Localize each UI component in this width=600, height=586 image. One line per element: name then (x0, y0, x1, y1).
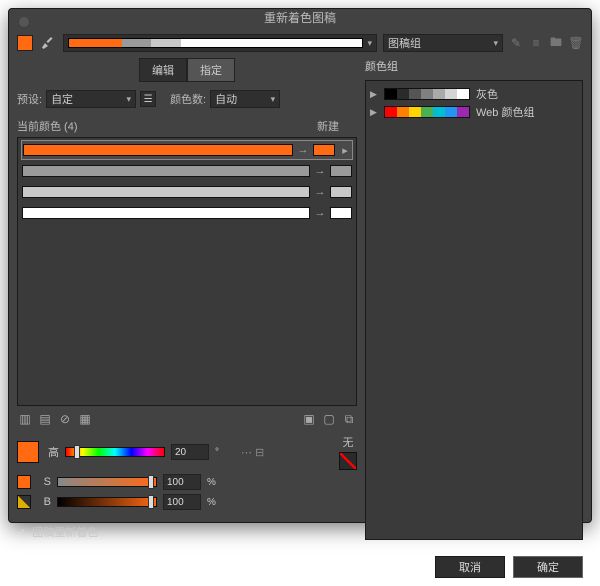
degree-unit: ° (215, 447, 231, 458)
arrow-right-icon[interactable]: → (314, 207, 326, 219)
edit-color-swatch[interactable] (17, 441, 39, 463)
preset-dropdown[interactable]: 自定▾ (46, 90, 136, 108)
current-colors-label: 当前颜色 (4) (17, 118, 78, 134)
color-group-list: ▶ 灰色 ▶ Web 颜色组 (365, 80, 583, 540)
warning-icon[interactable] (17, 495, 31, 509)
saturation-slider[interactable] (57, 477, 157, 487)
current-color-bar[interactable] (22, 207, 310, 219)
chevron-down-icon: ▾ (271, 94, 276, 105)
eyedropper-small-icon[interactable]: ✎ (509, 36, 523, 50)
cancel-button[interactable]: 取消 (435, 556, 505, 578)
new-row-icon[interactable]: ▦ (77, 412, 93, 426)
find-dark-icon[interactable]: ▣ (301, 412, 317, 426)
color-groups-header: 颜色组 (365, 58, 583, 74)
new-color-swatch[interactable] (330, 186, 352, 198)
swatch-strip-dropdown[interactable]: ▾ (63, 34, 377, 52)
none-label: 无 (343, 434, 354, 450)
new-colors-label: 新建 (317, 118, 339, 134)
color-rows-list: → ▸ → → (17, 137, 357, 406)
percent-unit: % (207, 497, 223, 508)
channel-b-label: B (37, 496, 51, 508)
tab-edit[interactable]: 编辑 (139, 58, 187, 82)
arrow-right-icon[interactable]: → (314, 186, 326, 198)
folder-icon[interactable]: 🖿 (549, 36, 563, 50)
current-color-bar[interactable] (22, 165, 310, 177)
arrow-right-icon[interactable]: → (297, 144, 309, 156)
color-row[interactable]: → (22, 204, 352, 222)
eyedropper-icon[interactable] (39, 36, 57, 50)
hue-slider[interactable] (65, 447, 165, 457)
window-title: 重新着色图稿 (264, 9, 336, 26)
group-palette (384, 88, 470, 100)
active-color-swatch[interactable] (17, 35, 33, 51)
exclude-icon[interactable]: ⊘ (57, 412, 73, 426)
artwork-group-label: 图稿组 (388, 35, 421, 51)
group-palette (384, 106, 470, 118)
color-group-item[interactable]: ▶ 灰色 (370, 85, 578, 103)
new-color-swatch[interactable] (330, 165, 352, 177)
new-color-swatch[interactable] (330, 207, 352, 219)
ok-button[interactable]: 确定 (513, 556, 583, 578)
hue-value[interactable]: 20 (171, 444, 209, 460)
color-row[interactable]: → ▸ (22, 141, 352, 159)
channel-h-label: 高 (45, 444, 59, 460)
color-group-item[interactable]: ▶ Web 颜色组 (370, 103, 578, 121)
slider-mode-icon[interactable]: ⋯ ⊟ (241, 446, 264, 459)
merge-icon[interactable]: ▥ (17, 412, 33, 426)
disclosure-triangle-icon[interactable]: ▶ (370, 89, 378, 100)
current-color-bar[interactable] (23, 144, 293, 156)
preset-label: 预设: (17, 91, 42, 107)
group-name: 灰色 (476, 86, 498, 102)
preset-options-icon[interactable]: ☰ (140, 91, 156, 107)
swatches-icon[interactable]: ⧉ (341, 412, 357, 426)
channel-s-label: S (37, 476, 51, 488)
new-color-swatch[interactable] (313, 144, 335, 156)
color-count-label: 颜色数: (170, 91, 206, 107)
percent-unit: % (207, 477, 223, 488)
color-row[interactable]: → (22, 183, 352, 201)
recolor-label: 图稿重新着色 (32, 524, 98, 540)
color-count-dropdown[interactable]: 自动▾ (210, 90, 280, 108)
tab-assign[interactable]: 指定 (187, 58, 235, 82)
artwork-group-dropdown[interactable]: 图稿组 ▾ (383, 34, 503, 52)
chevron-down-icon: ▾ (367, 38, 372, 49)
brightness-value[interactable]: 100 (163, 494, 201, 510)
close-button[interactable] (19, 17, 29, 27)
save-group-icon[interactable]: ≡ (529, 36, 543, 50)
group-name: Web 颜色组 (476, 104, 534, 120)
chevron-down-icon: ▾ (493, 38, 498, 49)
row-menu-icon[interactable]: ▸ (339, 144, 351, 157)
color-row[interactable]: → (22, 162, 352, 180)
separate-icon[interactable]: ▤ (37, 412, 53, 426)
arrow-right-icon[interactable]: → (314, 165, 326, 177)
brightness-slider[interactable] (57, 497, 157, 507)
disclosure-triangle-icon[interactable]: ▶ (370, 107, 378, 118)
chevron-down-icon: ▾ (127, 94, 132, 105)
none-swatch[interactable] (339, 452, 357, 470)
saturation-value[interactable]: 100 (163, 474, 201, 490)
out-of-gamut-icon[interactable] (17, 475, 31, 489)
trash-icon[interactable]: 🗑 (569, 36, 583, 50)
current-color-bar[interactable] (22, 186, 310, 198)
find-light-icon[interactable]: ▢ (321, 412, 337, 426)
recolor-checkbox[interactable]: ✓ (17, 526, 26, 539)
